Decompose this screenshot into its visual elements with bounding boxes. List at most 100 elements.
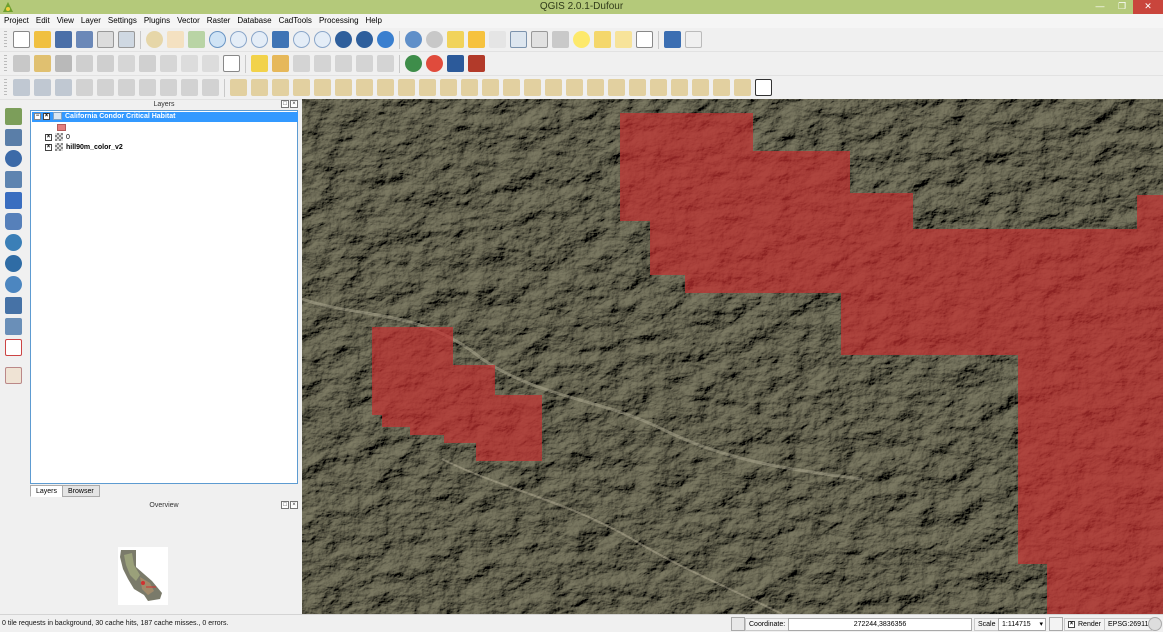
layer-tool-icon[interactable] [55, 79, 72, 96]
messages-icon[interactable] [1148, 617, 1162, 631]
layer-visibility-checkbox[interactable]: × [43, 112, 50, 120]
vertex-tool-icon[interactable] [202, 79, 219, 96]
composer-manager-icon[interactable] [118, 31, 135, 48]
chevron-down-icon[interactable]: ▾ [1039, 619, 1043, 630]
cad-line-icon[interactable] [566, 79, 583, 96]
cad-line-icon[interactable] [356, 79, 373, 96]
cad-line-icon[interactable] [587, 79, 604, 96]
measure-line-icon[interactable] [552, 31, 569, 48]
cad-line-icon[interactable] [671, 79, 688, 96]
tab-browser[interactable]: Browser [62, 485, 100, 497]
grass-tools-icon[interactable] [447, 55, 464, 72]
vertex-tool-icon[interactable] [118, 79, 135, 96]
cad-line-icon[interactable] [230, 79, 247, 96]
close-panel-icon[interactable]: × [290, 501, 298, 509]
vertex-tool-icon[interactable] [181, 79, 198, 96]
menu-settings[interactable]: Settings [104, 14, 140, 28]
pan-to-selection-icon[interactable] [146, 31, 163, 48]
node-tool-icon[interactable] [118, 55, 135, 72]
label-tool-icon[interactable] [251, 55, 268, 72]
zoom-actual-size-icon[interactable] [251, 31, 268, 48]
cad-line-icon[interactable] [692, 79, 709, 96]
cad-line-icon[interactable] [734, 79, 751, 96]
render-checkbox[interactable]: × [1068, 620, 1075, 628]
close-panel-icon[interactable]: × [290, 100, 298, 108]
vertex-tool-icon[interactable] [97, 79, 114, 96]
xy-tools-icon[interactable] [489, 55, 506, 72]
layer-item-0[interactable]: × 0 [45, 133, 70, 143]
stop-render-icon[interactable] [1049, 617, 1063, 631]
identify-features-icon[interactable] [405, 31, 422, 48]
maximize-icon[interactable]: ❐ [1111, 0, 1133, 14]
add-feature-icon[interactable] [76, 55, 93, 72]
add-wfs-layer-icon[interactable] [5, 276, 22, 293]
paste-features-icon[interactable] [202, 55, 219, 72]
save-as-icon[interactable] [76, 31, 93, 48]
crs-status[interactable]: EPSG:26911 [1104, 618, 1153, 631]
scale-combobox[interactable]: 1:114715 ▾ [998, 618, 1046, 631]
open-project-icon[interactable] [34, 31, 51, 48]
close-icon[interactable]: ✕ [1133, 0, 1163, 14]
save-project-icon[interactable] [55, 31, 72, 48]
save-layer-edits-icon[interactable] [55, 55, 72, 72]
open-attribute-table-icon[interactable] [510, 31, 527, 48]
select-features-icon[interactable] [447, 31, 464, 48]
statistical-summary-icon[interactable] [531, 31, 548, 48]
toolbar-grip[interactable] [4, 54, 7, 73]
add-mssql-layer-icon[interactable] [5, 192, 22, 209]
layer-tree[interactable]: − × California Condor Critical Habitat × 0 … [30, 110, 298, 484]
new-print-composer-icon[interactable] [97, 31, 114, 48]
cad-line-icon[interactable] [377, 79, 394, 96]
vertex-tool-icon[interactable] [160, 79, 177, 96]
menu-vector[interactable]: Vector [173, 14, 203, 28]
layer-tool-icon[interactable] [13, 79, 30, 96]
deselect-features-icon[interactable] [468, 31, 485, 48]
layer-tool-icon[interactable] [34, 79, 51, 96]
run-feature-action-icon[interactable] [426, 31, 443, 48]
toolbar-grip[interactable] [4, 30, 7, 49]
menu-database[interactable]: Database [233, 14, 274, 28]
add-delimited-text-icon[interactable] [5, 297, 22, 314]
current-edits-icon[interactable] [13, 55, 30, 72]
menu-layer[interactable]: Layer [77, 14, 104, 28]
change-label-icon[interactable] [356, 55, 373, 72]
cad-line-icon[interactable] [524, 79, 541, 96]
cad-line-icon[interactable] [608, 79, 625, 96]
text-annotation-icon[interactable] [636, 31, 653, 48]
cad-line-icon[interactable] [398, 79, 415, 96]
add-wcs-layer-icon[interactable] [5, 255, 22, 272]
render-toggle[interactable]: × Render [1064, 618, 1105, 631]
cad-line-icon[interactable] [482, 79, 499, 96]
overview-map[interactable] [118, 547, 168, 605]
menu-view[interactable]: View [53, 14, 77, 28]
rotate-label-icon[interactable] [335, 55, 352, 72]
georeferencer-icon[interactable] [426, 55, 443, 72]
layer-item-hillshade[interactable]: × hill90m_color_v2 [45, 143, 123, 153]
add-vector-layer-icon[interactable] [5, 108, 22, 125]
zoom-to-layer-icon[interactable] [314, 31, 331, 48]
menu-processing[interactable]: Processing [315, 14, 362, 28]
touch-zoom-icon[interactable] [188, 31, 205, 48]
menu-plugins[interactable]: Plugins [140, 14, 173, 28]
zoom-to-selection-icon[interactable] [293, 31, 310, 48]
cad-line-icon[interactable] [314, 79, 331, 96]
new-bookmark-icon[interactable] [594, 31, 611, 48]
refresh-icon[interactable] [377, 31, 394, 48]
show-bookmarks-icon[interactable] [615, 31, 632, 48]
layer-visibility-checkbox[interactable]: × [45, 143, 52, 151]
add-wms-layer-icon[interactable] [5, 234, 22, 251]
xy-coordinate-icon[interactable] [223, 55, 240, 72]
menu-project[interactable]: Project [0, 14, 32, 28]
openlayers-plugin-icon[interactable] [405, 55, 422, 72]
cut-features-icon[interactable] [160, 55, 177, 72]
delete-selected-icon[interactable] [139, 55, 156, 72]
menu-cadtools[interactable]: CadTools [275, 14, 315, 28]
move-label-icon[interactable] [314, 55, 331, 72]
cad-line-icon[interactable] [503, 79, 520, 96]
cad-line-icon[interactable] [419, 79, 436, 96]
remove-layer-icon[interactable] [5, 339, 22, 356]
cad-line-icon[interactable] [272, 79, 289, 96]
python-console-icon[interactable] [468, 55, 485, 72]
terminal-icon[interactable] [755, 79, 772, 96]
map-canvas[interactable] [302, 99, 1163, 614]
